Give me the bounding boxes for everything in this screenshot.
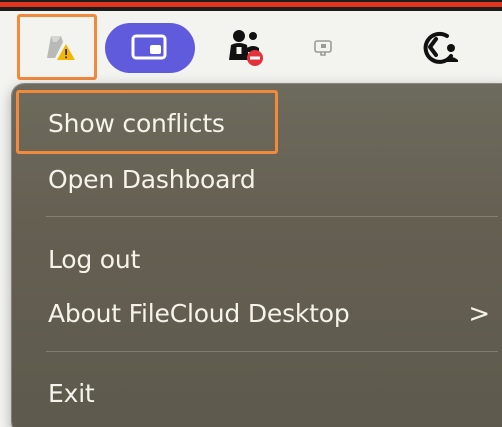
screen-share-icon[interactable] xyxy=(105,23,195,73)
menubar xyxy=(0,11,502,81)
user-blocked-icon[interactable] xyxy=(220,23,270,73)
monitor-icon[interactable] xyxy=(308,31,338,65)
menu-item-exit[interactable]: Exit xyxy=(18,371,498,417)
filecloud-icon-highlight xyxy=(17,14,97,80)
screen: Show conflicts Open Dashboard Log out Ab… xyxy=(0,0,502,427)
menu-item-label: Exit xyxy=(48,379,95,408)
menu-separator xyxy=(46,351,498,352)
menu-separator xyxy=(46,216,498,217)
menu-item-label: Log out xyxy=(48,245,141,274)
menu-item-label: About FileCloud Desktop xyxy=(48,299,350,328)
top-strip xyxy=(0,0,502,11)
red-line xyxy=(0,2,502,7)
menu-item-open-dashboard[interactable]: Open Dashboard xyxy=(18,157,498,203)
account-sync-icon[interactable] xyxy=(412,21,466,75)
menu-item-label: Open Dashboard xyxy=(48,165,256,194)
context-menu: Show conflicts Open Dashboard Log out Ab… xyxy=(12,84,502,427)
chevron-right-icon: > xyxy=(468,299,490,329)
menu-item-about[interactable]: About FileCloud Desktop > xyxy=(18,291,498,337)
show-conflicts-highlight xyxy=(16,90,278,154)
menu-item-log-out[interactable]: Log out xyxy=(18,237,498,283)
